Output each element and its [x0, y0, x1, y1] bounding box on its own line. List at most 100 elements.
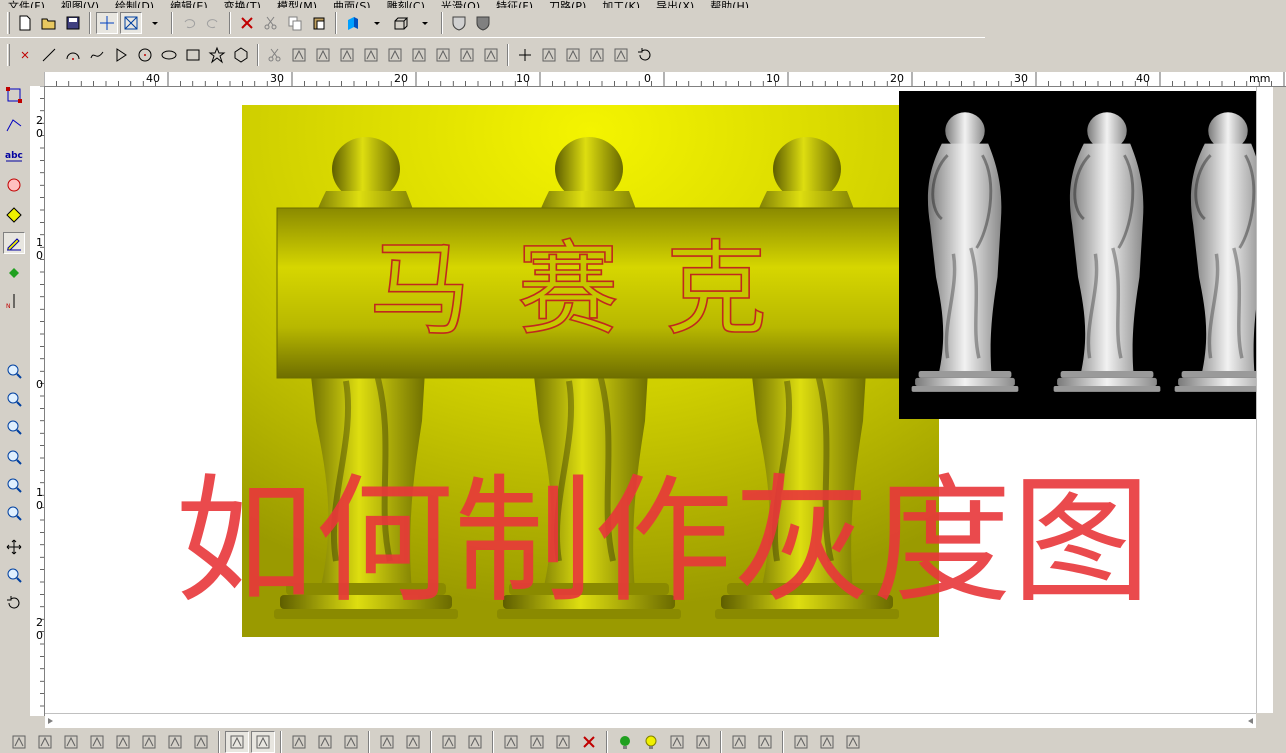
- zoom-window-tool[interactable]: [3, 360, 25, 382]
- bulb-on-button[interactable]: [613, 731, 637, 753]
- angle-dim-button[interactable]: [562, 44, 584, 66]
- rectangle-button[interactable]: [182, 44, 204, 66]
- snap-arc-button[interactable]: [111, 731, 135, 753]
- toolbar-grip[interactable]: [7, 44, 10, 66]
- circle-button[interactable]: [134, 44, 156, 66]
- paint-bucket-tool[interactable]: [3, 262, 25, 284]
- layer-1-button[interactable]: [287, 731, 311, 753]
- snap-x-button[interactable]: [85, 731, 109, 753]
- measure-tool[interactable]: N: [3, 290, 25, 312]
- color-cube-button[interactable]: [342, 12, 364, 34]
- ellipse-button[interactable]: [158, 44, 180, 66]
- layer-2-button[interactable]: [313, 731, 337, 753]
- node-x-button[interactable]: [551, 731, 575, 753]
- angle-button[interactable]: [610, 44, 632, 66]
- layer-3-button[interactable]: [339, 731, 363, 753]
- shield-dark-button[interactable]: [472, 12, 494, 34]
- snap-line-button[interactable]: [7, 731, 31, 753]
- pointer-add-button[interactable]: [437, 731, 461, 753]
- extend-button[interactable]: [384, 44, 406, 66]
- rotate-view-tool[interactable]: [3, 592, 25, 614]
- diamond-tool[interactable]: [3, 204, 25, 226]
- new-file-button[interactable]: [14, 12, 36, 34]
- align-right-button[interactable]: [401, 731, 425, 753]
- delete-button[interactable]: [236, 12, 258, 34]
- menu-item[interactable]: 加工(K): [594, 1, 648, 8]
- zoom-prev-tool[interactable]: [3, 446, 25, 468]
- curve-button[interactable]: [86, 44, 108, 66]
- text-abc-tool[interactable]: abc: [3, 144, 25, 166]
- shield-light-button[interactable]: [448, 12, 470, 34]
- menu-item[interactable]: 刀路(P): [541, 1, 594, 8]
- corner-button[interactable]: [312, 44, 334, 66]
- array-button[interactable]: [432, 44, 454, 66]
- bulb-yellow-button[interactable]: [639, 731, 663, 753]
- point-button[interactable]: [14, 44, 36, 66]
- grid-table-button[interactable]: [815, 731, 839, 753]
- copy-button[interactable]: [284, 12, 306, 34]
- redo-button[interactable]: [202, 12, 224, 34]
- snap-perp-button[interactable]: [163, 731, 187, 753]
- trim-button[interactable]: [288, 44, 310, 66]
- snap-grid-button[interactable]: [225, 730, 249, 753]
- menu-item[interactable]: 编辑(E): [162, 1, 216, 8]
- rotate-button[interactable]: [634, 44, 656, 66]
- node-move-button[interactable]: [525, 731, 549, 753]
- crosshair-button[interactable]: [96, 11, 118, 34]
- plus-button[interactable]: [514, 44, 536, 66]
- open-folder-button[interactable]: [38, 12, 60, 34]
- cut-button[interactable]: [260, 12, 282, 34]
- scissors-button[interactable]: [264, 44, 286, 66]
- menu-item[interactable]: 视图(V): [53, 1, 107, 8]
- dimension-button[interactable]: [538, 44, 560, 66]
- line-button[interactable]: [38, 44, 60, 66]
- arrow-right-button[interactable]: [753, 731, 777, 753]
- menu-item[interactable]: 光滑(O): [433, 1, 488, 8]
- grayscale-image[interactable]: [899, 91, 1256, 419]
- dropdown-button[interactable]: [414, 12, 436, 34]
- arrow-left-button[interactable]: [727, 731, 751, 753]
- pointer-remove-button[interactable]: [463, 731, 487, 753]
- menu-item[interactable]: 导出(X): [648, 1, 702, 8]
- drawing-canvas[interactable]: 马赛克 如何制作灰度图: [45, 87, 1256, 713]
- paste-button[interactable]: [308, 12, 330, 34]
- menu-item[interactable]: 模型(M): [269, 1, 325, 8]
- zoom-tool[interactable]: [3, 564, 25, 586]
- menu-item[interactable]: 绘制(D): [107, 1, 162, 8]
- snap-tangent-button[interactable]: [189, 731, 213, 753]
- menu-item[interactable]: 文件(F): [0, 1, 53, 8]
- align-button[interactable]: [456, 44, 478, 66]
- snap-circle-button[interactable]: [137, 731, 161, 753]
- node-edit-tool[interactable]: [3, 114, 25, 136]
- star-button[interactable]: [206, 44, 228, 66]
- box-view-button[interactable]: [390, 12, 412, 34]
- select-box-tool[interactable]: [3, 84, 25, 106]
- polygon-button[interactable]: [230, 44, 252, 66]
- book-button[interactable]: [789, 731, 813, 753]
- fillet-button[interactable]: [336, 44, 358, 66]
- menu-item[interactable]: 曲面(S): [325, 1, 379, 8]
- undo-button[interactable]: [178, 12, 200, 34]
- brush-button[interactable]: [841, 731, 865, 753]
- menu-item[interactable]: 变换(T): [216, 1, 269, 8]
- dropdown-button[interactable]: [144, 12, 166, 34]
- tool-gear-button[interactable]: [665, 731, 689, 753]
- triangle-button[interactable]: [110, 44, 132, 66]
- menu-item[interactable]: 帮助(H): [702, 1, 757, 8]
- zoom-all-tool[interactable]: [3, 502, 25, 524]
- save-button[interactable]: [62, 12, 84, 34]
- circle-select-tool[interactable]: [3, 174, 25, 196]
- view-box-button[interactable]: [120, 11, 142, 34]
- pan-tool[interactable]: [3, 536, 25, 558]
- snap-axes-button[interactable]: [251, 730, 275, 753]
- zoom-out-tool[interactable]: [3, 388, 25, 410]
- menu-item[interactable]: 雕刻(C): [379, 1, 433, 8]
- snap-cross-button[interactable]: [33, 731, 57, 753]
- align-left-button[interactable]: [375, 731, 399, 753]
- palette-button[interactable]: [691, 731, 715, 753]
- zoom-in-tool[interactable]: [3, 416, 25, 438]
- arc-button[interactable]: [62, 44, 84, 66]
- vertical-scrollbar[interactable]: [1256, 87, 1273, 713]
- snap-corner-button[interactable]: [59, 731, 83, 753]
- chamfer-button[interactable]: [360, 44, 382, 66]
